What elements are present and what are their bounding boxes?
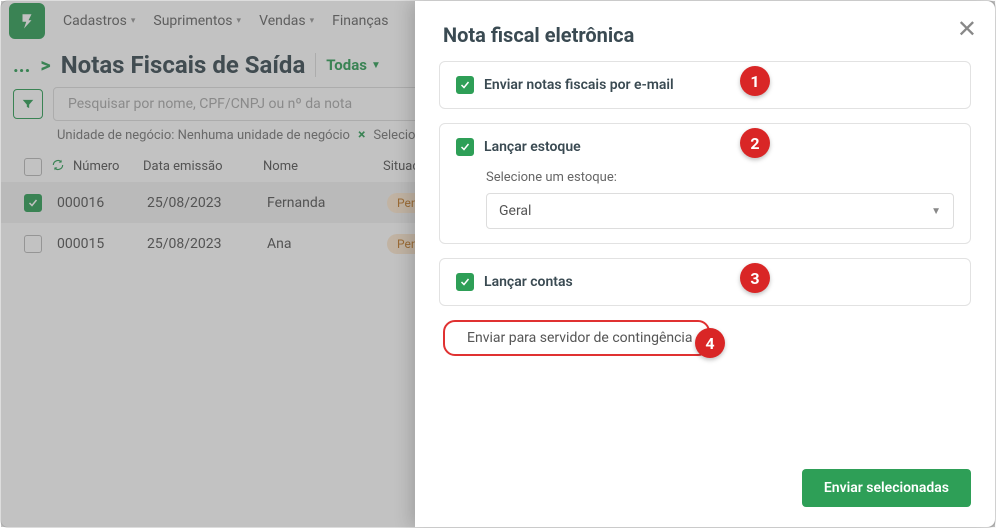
modal-footer: Enviar selecionadas: [415, 453, 995, 527]
checkbox-email[interactable]: [456, 76, 474, 94]
label-contas: Lançar contas: [484, 274, 573, 290]
submit-button[interactable]: Enviar selecionadas: [802, 469, 971, 507]
label-email: Enviar notas fiscais por e-mail: [484, 77, 674, 93]
check-icon: [459, 276, 471, 288]
callout-2: 2: [740, 128, 770, 158]
card-email: Enviar notas fiscais por e-mail 1: [439, 61, 971, 109]
highlight-contingencia: Enviar para servidor de contingência: [443, 320, 710, 356]
modal: ✕ Nota fiscal eletrônica Enviar notas fi…: [415, 1, 995, 527]
modal-overlay: ✕ Nota fiscal eletrônica Enviar notas fi…: [1, 1, 995, 527]
card-estoque: Lançar estoque 2 Selecione um estoque: G…: [439, 123, 971, 244]
check-icon: [459, 141, 471, 153]
stock-select-label: Selecione um estoque:: [486, 170, 954, 185]
modal-title: Nota fiscal eletrônica: [415, 1, 995, 61]
stock-select-value: Geral: [499, 203, 531, 219]
callout-1: 1: [740, 66, 770, 96]
chevron-down-icon: ▼: [931, 206, 941, 217]
callout-3: 3: [740, 263, 770, 293]
checkbox-estoque[interactable]: [456, 138, 474, 156]
modal-body: Enviar notas fiscais por e-mail 1 Lançar…: [415, 61, 995, 453]
checkbox-contas[interactable]: [456, 273, 474, 291]
card-contas: Lançar contas 3: [439, 258, 971, 306]
stock-select[interactable]: Geral ▼: [486, 193, 954, 229]
check-icon: [459, 79, 471, 91]
label-contingencia: Enviar para servidor de contingência: [467, 330, 692, 346]
label-estoque: Lançar estoque: [484, 139, 581, 155]
close-icon[interactable]: ✕: [957, 15, 977, 43]
callout-4: 4: [695, 328, 725, 358]
